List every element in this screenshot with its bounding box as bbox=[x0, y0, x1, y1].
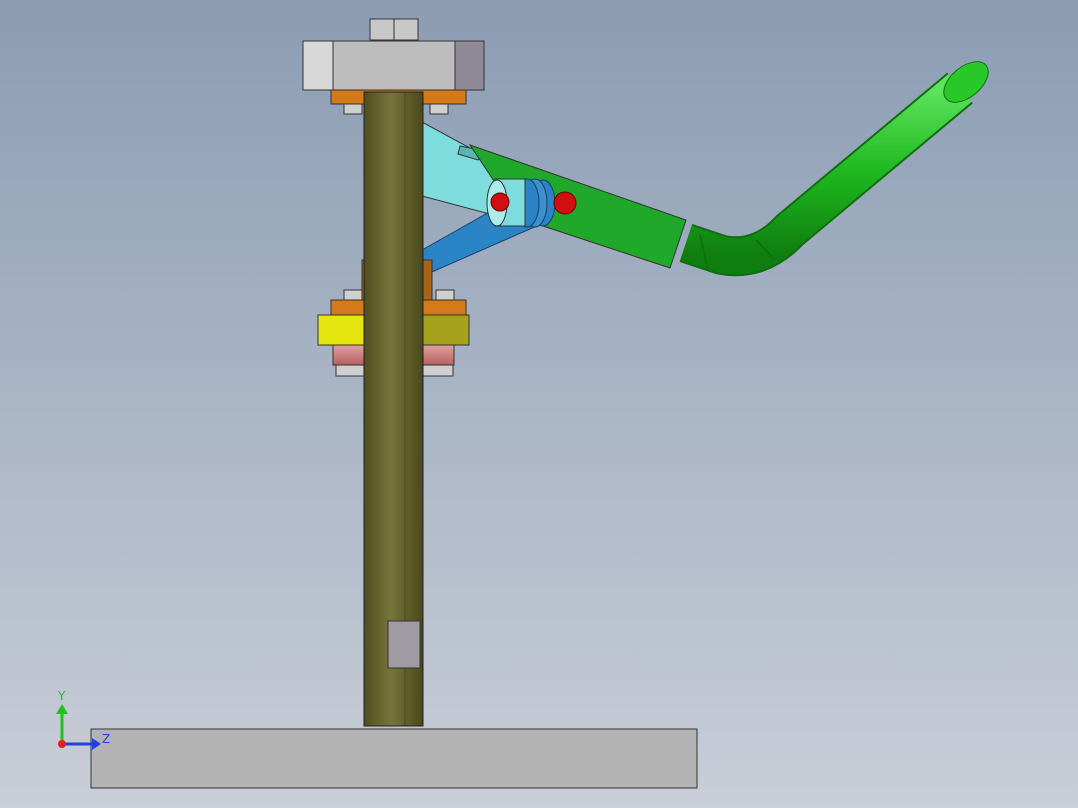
pivot-pin-right bbox=[553, 191, 577, 215]
x-axis-dot bbox=[58, 740, 66, 748]
base-plate bbox=[90, 728, 698, 789]
coordinate-triad bbox=[56, 704, 101, 750]
handle-grip[interactable] bbox=[679, 54, 996, 277]
top-hex-nut bbox=[369, 18, 419, 41]
cad-viewport[interactable]: Y Z bbox=[0, 0, 1078, 808]
z-axis-label: Z bbox=[102, 732, 111, 746]
y-axis-label: Y bbox=[58, 689, 66, 703]
post-slot bbox=[387, 620, 421, 669]
pivot-pin-left bbox=[490, 192, 510, 212]
toggle-clamp-assembly[interactable] bbox=[0, 0, 1078, 808]
top-block bbox=[302, 40, 485, 91]
